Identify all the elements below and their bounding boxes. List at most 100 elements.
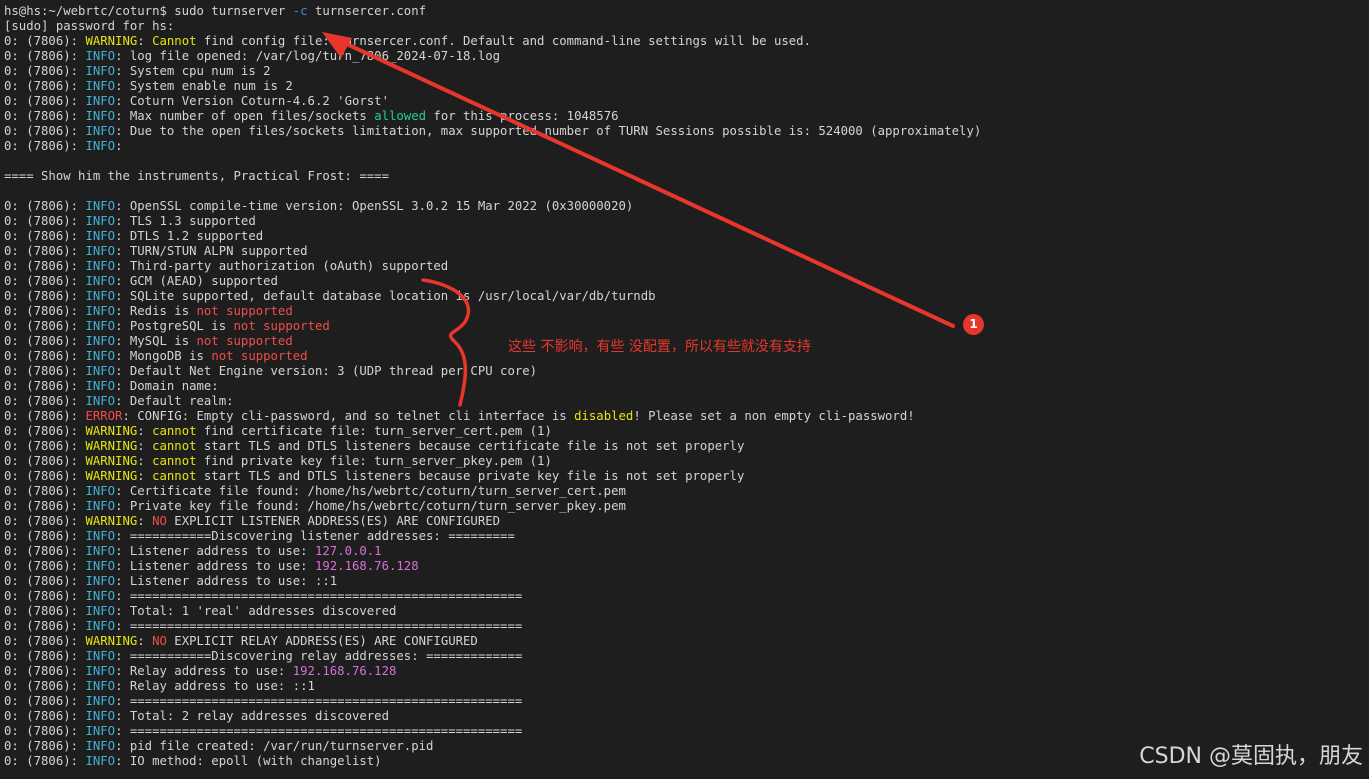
terminal-text-segment: find config file: turnsercer.conf. Defau… [196, 34, 811, 48]
terminal-text-segment: INFO [85, 709, 116, 723]
terminal-line: 0: (7806): INFO: Due to the open files/s… [4, 124, 1369, 139]
terminal-text-segment: Cannot [152, 34, 197, 48]
terminal-text-segment: 0: (7806): [4, 739, 86, 753]
terminal-text-segment: 0: (7806): [4, 319, 86, 333]
terminal-text-segment: 0: (7806): [4, 664, 86, 678]
terminal-text-segment: : ======================================… [115, 694, 523, 708]
terminal-text-segment: -c [292, 4, 308, 18]
terminal-line: 0: (7806): INFO: log file opened: /var/l… [4, 49, 1369, 64]
terminal-text-segment: : [137, 34, 153, 48]
terminal-text-segment: INFO [85, 64, 116, 78]
terminal-line: 0: (7806): INFO: ===========Discovering … [4, 529, 1369, 544]
terminal-text-segment: 0: (7806): [4, 709, 86, 723]
terminal-text-segment: 0: (7806): [4, 544, 86, 558]
terminal-text-segment: for this process: 1048576 [426, 109, 619, 123]
terminal-text-segment: 0: (7806): [4, 484, 86, 498]
annotation-note: 这些 不影响，有些 没配置，所以有些就没有支持 [508, 339, 811, 355]
terminal-text-segment: : Private key file found: /home/hs/webrt… [115, 499, 626, 513]
terminal-line: 0: (7806): INFO: Relay address to use: 1… [4, 664, 1369, 679]
terminal-text-segment: WARNING [85, 514, 138, 528]
terminal-text-segment: INFO [85, 604, 116, 618]
terminal-line: 0: (7806): INFO: Listener address to use… [4, 559, 1369, 574]
terminal-line: 0: (7806): INFO: Redis is not supported [4, 304, 1369, 319]
terminal-text-segment: 0: (7806): [4, 409, 86, 423]
terminal-text-segment: 0: (7806): [4, 619, 86, 633]
terminal-text-segment: 0: (7806): [4, 34, 86, 48]
terminal-text-segment: : Relay address to use: ::1 [115, 679, 315, 693]
terminal-text-segment: INFO [85, 619, 116, 633]
terminal-line: 0: (7806): INFO: PostgreSQL is not suppo… [4, 319, 1369, 334]
terminal-text-segment: ==== Show him the instruments, Practical… [4, 169, 389, 183]
terminal-text-segment: NO [152, 634, 167, 648]
terminal-text-segment: turnsercer.conf [307, 4, 427, 18]
terminal-text-segment: : ======================================… [115, 589, 523, 603]
terminal-text-segment: : [137, 634, 153, 648]
terminal-text-segment: : TLS 1.3 supported [115, 214, 256, 228]
terminal-text-segment: : [137, 424, 153, 438]
terminal-line: hs@hs:~/webrtc/coturn$ sudo turnserver -… [4, 4, 1369, 19]
terminal-text-segment: 0: (7806): [4, 289, 86, 303]
terminal-text-segment: : Max number of open files/sockets [115, 109, 375, 123]
terminal-line: 0: (7806): INFO: System cpu num is 2 [4, 64, 1369, 79]
terminal-text-segment: INFO [85, 499, 116, 513]
terminal-text-segment: 0: (7806): [4, 109, 86, 123]
terminal-text-segment: INFO [85, 289, 116, 303]
terminal-text-segment: WARNING [85, 34, 138, 48]
terminal-text-segment: : IO method: epoll (with changelist) [115, 754, 382, 768]
terminal-text-segment: INFO [85, 274, 116, 288]
terminal-text-segment: find private key file: turn_server_pkey.… [196, 454, 552, 468]
terminal-text-segment: hs@hs:~/webrtc/coturn$ sudo turnserver [4, 4, 293, 18]
terminal-text-segment: INFO [85, 49, 116, 63]
terminal-text-segment: INFO [85, 304, 116, 318]
terminal-text-segment: INFO [85, 754, 116, 768]
terminal-text-segment: NO [152, 514, 167, 528]
terminal-line: 0: (7806): WARNING: cannot find certific… [4, 424, 1369, 439]
terminal-line: 0: (7806): INFO: [4, 139, 1369, 154]
terminal-text-segment: WARNING [85, 634, 138, 648]
terminal-line: 0: (7806): INFO: Third-party authorizati… [4, 259, 1369, 274]
terminal-text-segment: INFO [85, 109, 116, 123]
terminal-text-segment: find certificate file: turn_server_cert.… [196, 424, 552, 438]
terminal-line: 0: (7806): INFO: Total: 2 relay addresse… [4, 709, 1369, 724]
terminal-line: 0: (7806): ERROR: CONFIG: Empty cli-pass… [4, 409, 1369, 424]
terminal-text-segment: 0: (7806): [4, 529, 86, 543]
terminal-text-segment: cannot [152, 439, 197, 453]
terminal-text-segment: EXPLICIT LISTENER ADDRESS(ES) ARE CONFIG… [166, 514, 501, 528]
terminal-text-segment: [sudo] password for hs: [4, 19, 175, 33]
terminal-line: 0: (7806): INFO: Total: 1 'real' address… [4, 604, 1369, 619]
terminal-text-segment: INFO [85, 589, 116, 603]
terminal-text-segment: cannot [152, 424, 197, 438]
terminal-text-segment: INFO [85, 349, 116, 363]
terminal-text-segment: : ======================================… [115, 724, 523, 738]
terminal-text-segment: 0: (7806): [4, 679, 86, 693]
terminal-text-segment: INFO [85, 124, 116, 138]
terminal-text-segment: : Domain name: [115, 379, 219, 393]
terminal-text-segment: : CONFIG: Empty cli-password, and so tel… [122, 409, 575, 423]
terminal-text-segment: : [137, 454, 153, 468]
terminal-line: 0: (7806): INFO: GCM (AEAD) supported [4, 274, 1369, 289]
terminal-text-segment: 0: (7806): [4, 694, 86, 708]
terminal-line: 0: (7806): WARNING: cannot find private … [4, 454, 1369, 469]
terminal-text-segment: INFO [85, 574, 116, 588]
terminal-line: 0: (7806): INFO: SQLite supported, defau… [4, 289, 1369, 304]
terminal-text-segment: 0: (7806): [4, 379, 86, 393]
terminal-text-segment: 192.168.76.128 [314, 559, 419, 573]
terminal-line: 0: (7806): INFO: Domain name: [4, 379, 1369, 394]
terminal-output[interactable]: hs@hs:~/webrtc/coturn$ sudo turnserver -… [4, 4, 1369, 779]
terminal-line: 0: (7806): INFO: Listener address to use… [4, 544, 1369, 559]
terminal-line: 0: (7806): INFO: OpenSSL compile-time ve… [4, 199, 1369, 214]
terminal-text-segment: 0: (7806): [4, 469, 86, 483]
terminal-text-segment: : Certificate file found: /home/hs/webrt… [115, 484, 626, 498]
watermark: CSDN @莫固执，朋友 [1139, 744, 1363, 769]
terminal-text-segment: 0: (7806): [4, 499, 86, 513]
terminal-text-segment: 0: (7806): [4, 304, 86, 318]
terminal-text-segment: : OpenSSL compile-time version: OpenSSL … [115, 199, 634, 213]
terminal-text-segment: : [137, 469, 153, 483]
terminal-line: ==== Show him the instruments, Practical… [4, 169, 1369, 184]
terminal-text-segment: : pid file created: /var/run/turnserver.… [115, 739, 434, 753]
terminal-text-segment: INFO [85, 244, 116, 258]
terminal-text-segment: INFO [85, 259, 116, 273]
terminal-text-segment: 0: (7806): [4, 274, 86, 288]
terminal-text-segment: disabled [574, 409, 634, 423]
